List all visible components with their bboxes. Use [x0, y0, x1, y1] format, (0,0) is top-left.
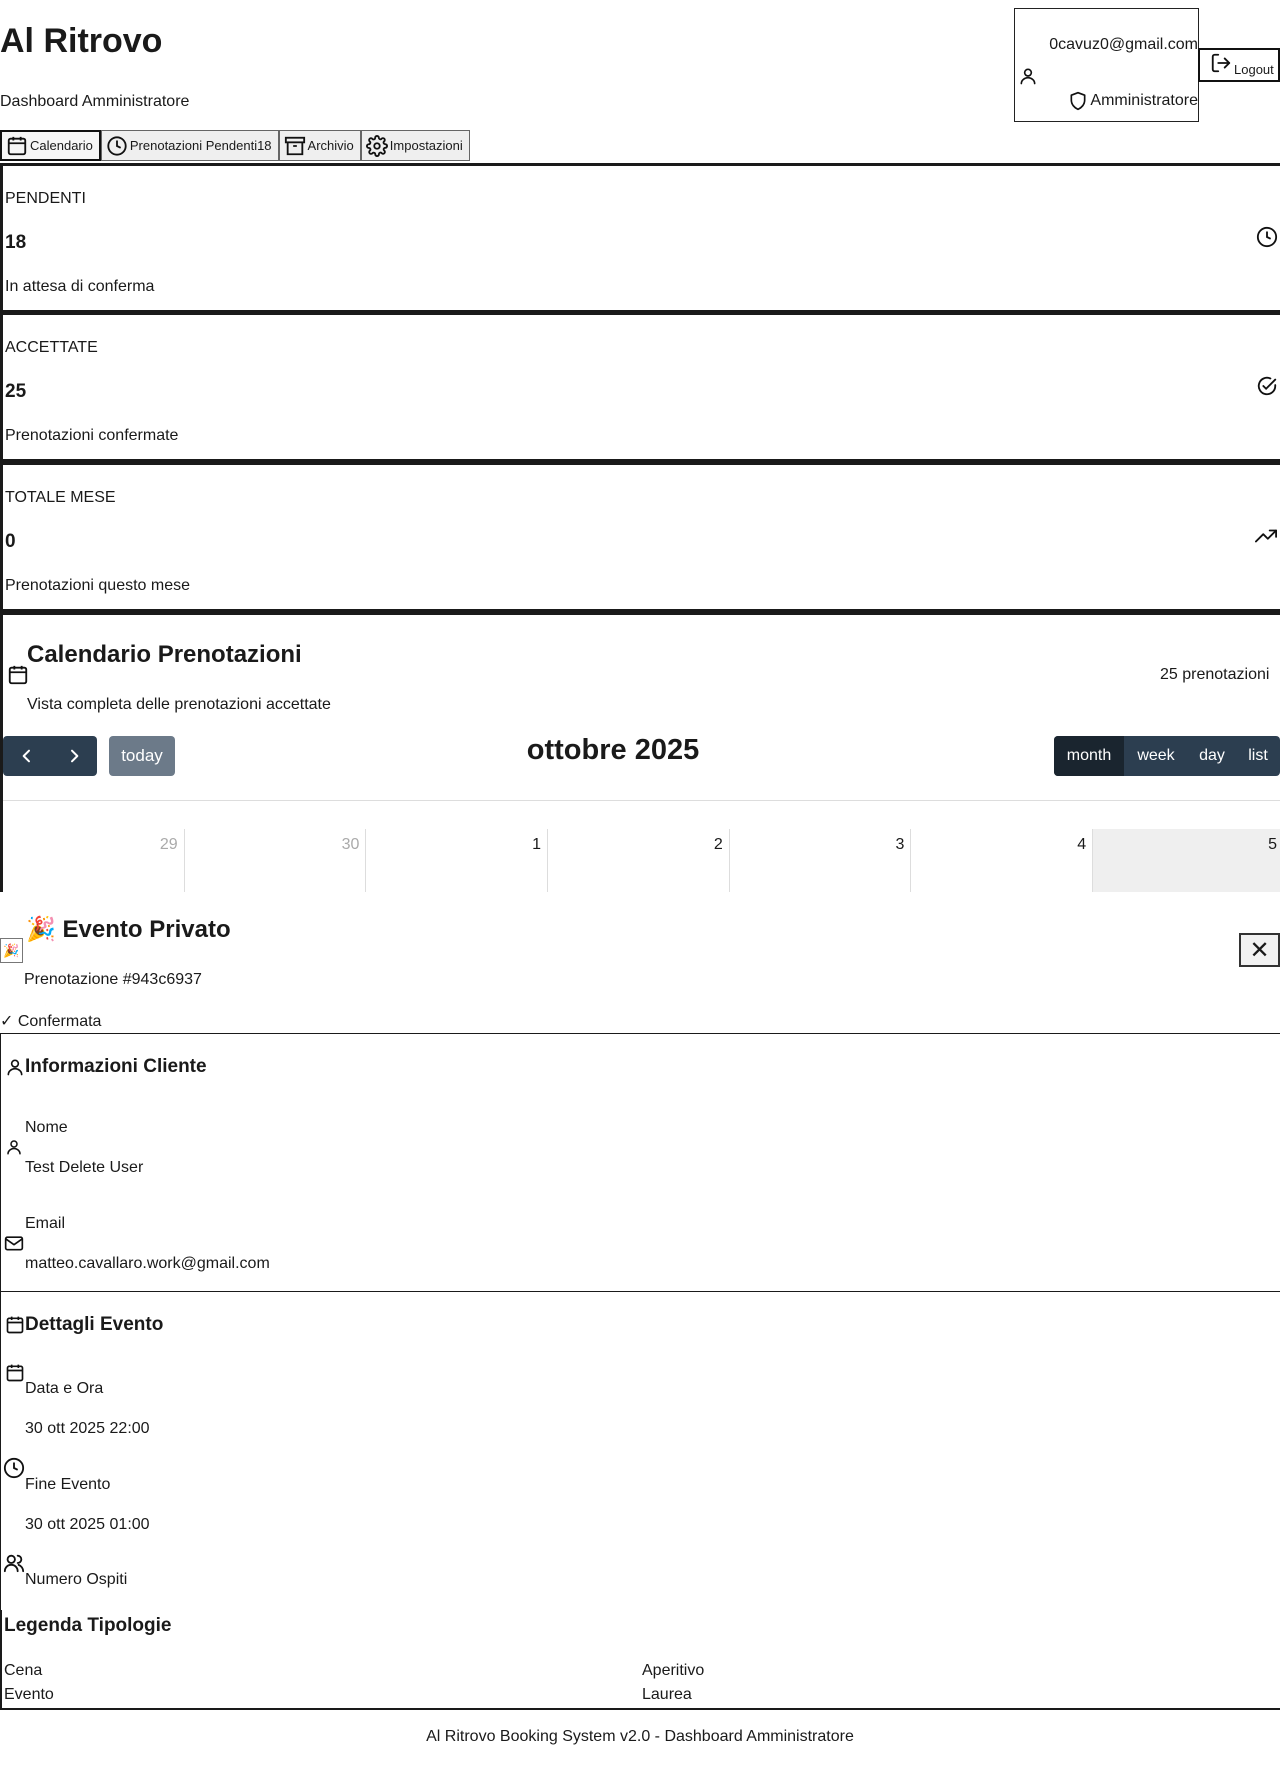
legend-section: Legenda Tipologie Cena Aperitivo Evento …: [0, 1610, 1280, 1710]
client-info-section: Informazioni Cliente Nome Test Delete Us…: [0, 1033, 1280, 1292]
user-role: Amministratore: [1068, 90, 1198, 112]
view-week-button[interactable]: week: [1124, 736, 1188, 776]
app-subtitle: Dashboard Amministratore: [0, 93, 190, 110]
stat-card-pending: PENDENTI 18 In attesa di conferma: [0, 163, 1280, 313]
view-month-button[interactable]: month: [1054, 736, 1124, 776]
section-title: Informazioni Cliente: [25, 1056, 207, 1077]
clock-icon: [106, 135, 128, 157]
calendar-divider: [3, 800, 1280, 801]
stat-card-accepted: ACCETTATE 25 Prenotazioni confermate: [0, 312, 1280, 462]
check-circle-icon: [1256, 375, 1278, 397]
legend-item: Laurea: [642, 1686, 692, 1703]
users-icon: [3, 1552, 25, 1574]
gear-icon: [365, 134, 388, 157]
user-icon: [5, 1136, 23, 1158]
stat-value: 25: [5, 381, 27, 402]
calendar-day[interactable]: 2: [548, 829, 730, 892]
user-role-label: Amministratore: [1090, 92, 1198, 109]
tab-prenotazioni-pendenti[interactable]: Prenotazioni Pendenti18: [100, 130, 279, 161]
legend-item: Cena: [4, 1662, 43, 1679]
month-title: ottobre 2025: [526, 734, 700, 766]
calendar-icon: [6, 135, 28, 157]
event-type-icon: 🎉: [0, 938, 23, 963]
user-icon: [1018, 65, 1038, 87]
view-list-button[interactable]: list: [1236, 736, 1280, 776]
legend-item: Evento: [4, 1686, 54, 1703]
tab-label: Calendario: [30, 138, 93, 153]
booking-count: 25 prenotazioni: [1160, 666, 1270, 683]
calendar-day[interactable]: 3: [730, 829, 912, 892]
stat-description: In attesa di conferma: [5, 278, 155, 295]
shield-icon: [1068, 90, 1088, 112]
field-label: Fine Evento: [25, 1476, 111, 1493]
field-value: 30 ott 2025 01:00: [25, 1516, 150, 1533]
logout-icon: [1210, 52, 1232, 74]
calendar-icon: [5, 1362, 25, 1384]
legend-title: Legenda Tipologie: [4, 1615, 172, 1636]
trending-up-icon: [1254, 525, 1278, 547]
stat-description: Prenotazioni confermate: [5, 427, 179, 444]
event-details-section: Dettagli Evento Data e Ora 30 ott 2025 2…: [0, 1291, 1280, 1611]
tab-label: Archivio: [307, 138, 354, 153]
tab-calendario[interactable]: Calendario: [0, 130, 101, 161]
field-label: Email: [25, 1215, 66, 1232]
section-title: Dettagli Evento: [25, 1314, 164, 1335]
logout-button[interactable]: Logout: [1198, 48, 1280, 82]
calendar-day-today[interactable]: 5: [1093, 829, 1280, 892]
calendar-day[interactable]: 29: [3, 829, 185, 892]
clock-icon: [1256, 226, 1278, 248]
stat-label: TOTALE MESE: [5, 489, 116, 506]
field-value: 30 ott 2025 22:00: [25, 1420, 150, 1437]
stat-label: PENDENTI: [5, 190, 86, 207]
calendar-day[interactable]: 1: [366, 829, 549, 892]
tab-label: Prenotazioni Pendenti18: [129, 138, 272, 153]
calendar-card: Calendario Prenotazioni Vista completa d…: [0, 612, 1280, 892]
status-badge: ✓ Confermata: [0, 1013, 102, 1030]
close-button[interactable]: ✕: [1239, 933, 1280, 967]
calendar-day[interactable]: 4: [911, 829, 1094, 892]
footer-text: Al Ritrovo Booking System v2.0 - Dashboa…: [426, 1728, 854, 1745]
calendar-icon: [7, 664, 29, 686]
legend-item: Aperitivo: [642, 1662, 705, 1679]
stat-description: Prenotazioni questo mese: [5, 577, 190, 594]
field-label: Numero Ospiti: [25, 1571, 128, 1588]
tab-archivio[interactable]: Archivio: [278, 130, 361, 161]
mail-icon: [3, 1233, 25, 1253]
calendar-icon: [5, 1314, 25, 1336]
calendar-day[interactable]: 30: [185, 829, 367, 892]
view-switcher: month week day list: [1054, 736, 1280, 776]
calendar-subtitle: Vista completa delle prenotazioni accett…: [27, 696, 331, 713]
app-title: Al Ritrovo: [0, 22, 163, 60]
archive-icon: [284, 135, 306, 157]
user-info-box: 0cavuz0@gmail.com Amministratore: [1014, 8, 1199, 122]
user-icon: [5, 1056, 25, 1078]
close-icon: ✕: [1249, 936, 1270, 964]
stat-value: 0: [5, 531, 16, 552]
stat-label: ACCETTATE: [5, 339, 98, 356]
calendar-week-row: 29 30 1 2 3 4 5: [3, 829, 1280, 892]
view-day-button[interactable]: day: [1188, 736, 1236, 776]
calendar-title: Calendario Prenotazioni: [27, 641, 302, 668]
stat-value: 18: [5, 232, 27, 253]
logout-label: Logout: [1234, 62, 1274, 77]
clock-icon: [3, 1457, 25, 1479]
booking-id: Prenotazione #943c6937: [24, 971, 202, 988]
tab-impostazioni[interactable]: Impostazioni: [360, 130, 470, 161]
field-label: Nome: [25, 1119, 68, 1136]
field-value: Test Delete User: [25, 1159, 144, 1176]
field-value: matteo.cavallaro.work@gmail.com: [25, 1255, 270, 1272]
tab-bar: Calendario Prenotazioni Pendenti18 Archi…: [0, 130, 470, 161]
stat-card-month-total: TOTALE MESE 0 Prenotazioni questo mese: [0, 462, 1280, 612]
tab-label: Impostazioni: [389, 138, 463, 153]
modal-title: 🎉 Evento Privato: [26, 916, 231, 943]
field-label: Data e Ora: [25, 1380, 104, 1397]
user-email: 0cavuz0@gmail.com: [1049, 36, 1198, 53]
